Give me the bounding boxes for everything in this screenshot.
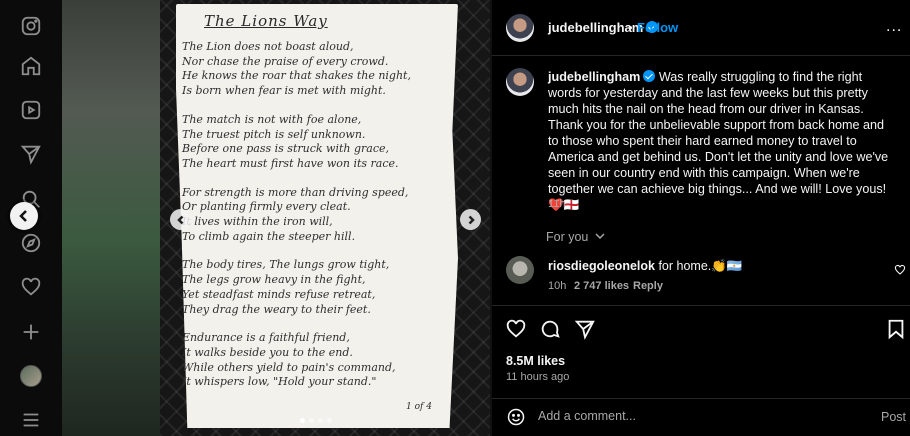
like-icon[interactable] <box>505 318 527 340</box>
post-image: The Lions Way The Lion does not boast al… <box>160 0 490 436</box>
post-header: judebellingham • Follow ... <box>492 0 910 56</box>
carousel-dot <box>300 418 305 423</box>
poem-line: The legs grow heavy in the fight, <box>182 273 366 287</box>
comment-like-icon[interactable] <box>894 264 906 276</box>
poem-stanza: The match is not with foe alone, The true… <box>182 113 440 172</box>
poem-line: The truest pitch is self unknown. <box>182 127 366 141</box>
commenter-username[interactable]: riosdiegoleonelok <box>548 259 655 273</box>
author-avatar[interactable] <box>506 14 534 42</box>
poem-line: It lives within the iron will, <box>182 215 333 229</box>
home-icon[interactable] <box>19 54 43 78</box>
profile-avatar[interactable] <box>20 365 42 387</box>
emoji-icon[interactable] <box>506 407 526 427</box>
comment-reply-button[interactable]: Reply <box>633 280 663 292</box>
poem-line: While others yield to pain's command, <box>182 360 396 374</box>
poem-line: The body tires, The lungs grow tight, <box>182 258 390 272</box>
posted-time: 11 hours ago <box>506 371 570 383</box>
poem-stanza: The Lion does not boast aloud, Nor chase … <box>182 40 440 99</box>
instagram-icon[interactable] <box>19 14 43 38</box>
chevron-down-icon <box>595 233 605 240</box>
carousel-dot <box>327 418 332 423</box>
send-icon[interactable] <box>19 142 43 166</box>
poem-line: To climb again the steeper hill. <box>182 229 356 243</box>
post-detail-panel: judebellingham • Follow ... judebellingh… <box>492 0 910 436</box>
more-options-icon[interactable]: ... <box>886 18 902 36</box>
carousel-dot <box>309 418 314 423</box>
comment: riosdiegoleonelok for home.👏🇦🇷 <box>548 259 742 274</box>
follow-button[interactable]: Follow <box>637 20 678 35</box>
comment-time: 10h <box>548 280 567 292</box>
carousel-next-button[interactable] <box>460 209 481 230</box>
reels-icon[interactable] <box>19 98 43 122</box>
poem-line: Or planting firmly every cleat. <box>182 200 351 214</box>
carousel-dots <box>300 418 332 423</box>
for-you-label[interactable]: For you <box>546 230 588 244</box>
header-separator: • <box>628 20 633 35</box>
commenter-avatar[interactable] <box>506 256 534 284</box>
comment-likes[interactable]: 2 747 likes <box>574 280 629 292</box>
poem-line: The heart must first have won its race. <box>182 156 399 170</box>
carousel-prev-button[interactable] <box>170 209 191 230</box>
caption-avatar[interactable] <box>506 68 534 96</box>
caption-username[interactable]: judebellingham <box>548 70 640 84</box>
for-you-dropdown[interactable]: For you <box>546 230 605 244</box>
poem-page-label: 1 of 4 <box>406 402 432 412</box>
verified-icon <box>643 70 656 82</box>
post-comment-button[interactable]: Post <box>881 410 906 424</box>
add-comment-input[interactable] <box>538 409 858 423</box>
poem-line: It walks beside you to the end. <box>182 345 353 359</box>
explore-icon[interactable] <box>19 231 43 255</box>
poem-line: It whispers low, "Hold your stand." <box>182 375 377 389</box>
poem-line: For strength is more than driving speed, <box>182 185 409 199</box>
poem-line: They drag the weary to their feet. <box>182 302 371 316</box>
poem-stanza: The body tires, The lungs grow tight, The… <box>182 258 440 317</box>
post-caption: judebellingham Was really struggling to … <box>548 69 890 213</box>
comment-text: for home.👏🇦🇷 <box>654 259 743 273</box>
poem-line: The match is not with foe alone, <box>182 112 362 126</box>
heart-icon[interactable] <box>19 275 43 299</box>
menu-icon[interactable] <box>19 408 43 432</box>
create-icon[interactable] <box>19 320 43 344</box>
poem-body: The Lion does not boast aloud, Nor chase … <box>182 40 440 404</box>
poem-line: Endurance is a faithful friend, <box>182 331 350 345</box>
comment-icon[interactable] <box>539 318 561 340</box>
add-comment-row: Post <box>492 398 910 436</box>
poem-line: Before one pass is struck with grace, <box>182 142 390 156</box>
share-icon[interactable] <box>574 318 596 340</box>
poem-stanza: For strength is more than driving speed,… <box>182 186 440 245</box>
poem-line: The Lion does not boast aloud, <box>182 40 354 53</box>
background-blur <box>62 0 160 436</box>
save-bookmark-icon[interactable] <box>885 318 907 340</box>
poem-line: He knows the roar that shakes the night, <box>182 69 411 83</box>
poem-line: Is born when fear is met with might. <box>182 84 386 98</box>
post-actions: 8.5M likes 11 hours ago Post <box>492 305 910 435</box>
carousel-dot <box>318 418 323 423</box>
poem-line: Yet steadfast minds refuse retreat, <box>182 287 376 301</box>
previous-post-button[interactable] <box>10 202 38 230</box>
poem-stanza: Endurance is a faithful friend, It walks … <box>182 331 440 390</box>
likes-count[interactable]: 8.5M likes <box>506 354 565 368</box>
caption-time: 11h <box>548 198 566 210</box>
poem-title: The Lions Way <box>204 12 328 30</box>
caption-text: Was really struggling to find the right … <box>548 70 889 212</box>
poem-line: Nor chase the praise of every crowd. <box>182 54 389 68</box>
